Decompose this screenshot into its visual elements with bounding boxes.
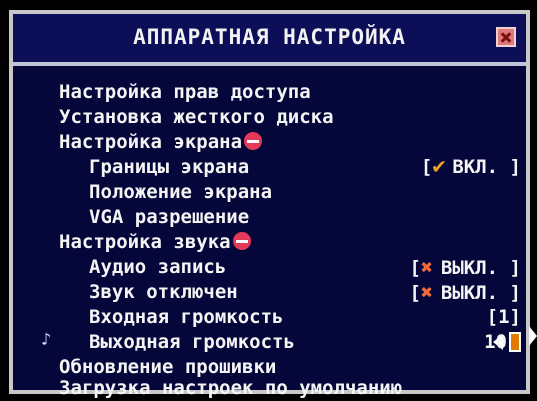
menu-item-screen-borders[interactable]: Границы экрана [✔ ВКЛ. ] xyxy=(89,155,533,179)
collapse-icon[interactable] xyxy=(232,232,251,250)
close-icon[interactable] xyxy=(496,27,516,47)
menu-item-sound-mute[interactable]: Звук отключен [✖ ВЫКЛ. ] xyxy=(89,280,533,304)
menu-item-label: VGA разрешение xyxy=(89,206,250,228)
menu-item-audio-record[interactable]: Аудио запись [✖ ВЫКЛ. ] xyxy=(89,255,533,279)
menu-item-label: Настройка прав доступа xyxy=(59,81,311,103)
toggle-value[interactable]: [✖ ВЫКЛ. ] xyxy=(409,255,521,280)
input-volume-value[interactable]: [1] xyxy=(487,305,521,329)
menu-item-display-settings[interactable]: Настройка экрана xyxy=(59,130,263,154)
menu-item-screen-position[interactable]: Положение экрана xyxy=(89,180,272,204)
title-bar: АППАРАТНАЯ НАСТРОЙКА xyxy=(13,14,526,66)
menu-item-label: Звук отключен xyxy=(89,281,238,303)
window-title: АППАРАТНАЯ НАСТРОЙКА xyxy=(133,25,406,49)
menu-item-sound-settings[interactable]: Настройка звука xyxy=(59,230,251,254)
menu-item-output-volume[interactable]: Выходная громкость 10 xyxy=(89,330,533,354)
menu-item-access-rights[interactable]: Настройка прав доступа xyxy=(59,80,311,104)
menu-item-label: Входная громкость xyxy=(89,306,284,328)
menu-item-label: Настройка звука xyxy=(59,231,231,253)
mouse-cursor-icon xyxy=(529,326,537,346)
osd-panel: АППАРАТНАЯ НАСТРОЙКА Настройка прав дост… xyxy=(9,10,533,399)
menu-item-label: Обновление прошивки xyxy=(59,356,277,378)
menu-item-label: Выходная громкость xyxy=(89,331,295,353)
collapse-icon[interactable] xyxy=(244,132,263,150)
menu-item-vga-resolution[interactable]: VGA разрешение xyxy=(89,205,249,229)
checkmark-icon: ✔ xyxy=(432,154,446,179)
screen: АППАРАТНАЯ НАСТРОЙКА Настройка прав дост… xyxy=(0,0,537,401)
output-volume-value[interactable]: 10 xyxy=(484,330,507,354)
menu-item-label: Настройка экрана xyxy=(59,131,243,153)
note-icon: ♪ xyxy=(41,330,52,350)
x-icon: ✖ xyxy=(420,280,433,304)
x-icon: ✖ xyxy=(420,255,433,279)
menu-item-label: Границы экрана xyxy=(89,156,250,178)
toggle-value[interactable]: [✖ ВЫКЛ. ] xyxy=(409,280,521,305)
increase-arrow-icon[interactable] xyxy=(509,332,521,352)
menu-item-hdd-setup[interactable]: Установка жесткого диска xyxy=(59,105,334,129)
toggle-value[interactable]: [✔ ВКЛ. ] xyxy=(421,155,521,179)
menu-item-label: Аудио запись xyxy=(89,256,227,278)
menu-item-label: Положение экрана xyxy=(89,181,273,203)
menu-item-label: Установка жесткого диска xyxy=(59,106,334,128)
menu-item-label: Загрузка настроек по умолчанию xyxy=(59,377,403,399)
menu-item-load-defaults[interactable]: Загрузка настроек по умолчанию xyxy=(59,376,402,400)
menu-item-input-volume[interactable]: Входная громкость [1] xyxy=(89,305,533,329)
